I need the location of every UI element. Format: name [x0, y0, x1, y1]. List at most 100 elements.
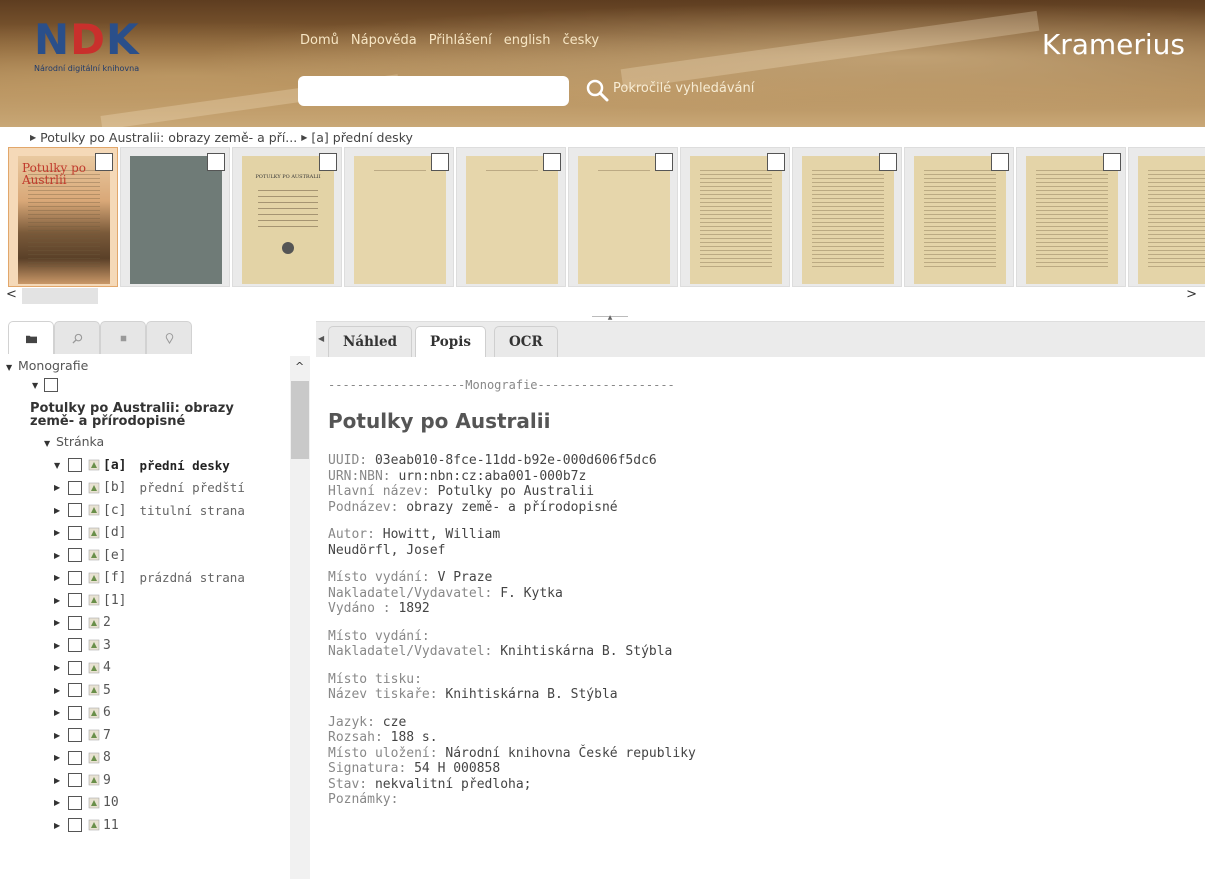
search-input[interactable]	[298, 76, 569, 106]
caret-down-icon[interactable]: ▼	[6, 363, 14, 372]
tree-page-item[interactable]: ▶ [b] přední předští	[54, 479, 245, 497]
tree-checkbox[interactable]	[68, 480, 82, 495]
advanced-search-link[interactable]: Pokročilé vyhledávání	[613, 81, 754, 96]
caret-right-icon[interactable]: ▶	[54, 528, 62, 537]
scroll-right-icon[interactable]: >	[1186, 287, 1197, 302]
thumbnail-scrollbar[interactable]: < >	[0, 287, 1205, 305]
thumbnail-checkbox[interactable]	[767, 153, 785, 171]
nav-login-link[interactable]: Přihlášení	[429, 33, 492, 48]
thumbnail-page[interactable]	[120, 147, 230, 287]
tree-page-item[interactable]: ▶ 11	[54, 816, 119, 834]
tree-page-item[interactable]: ▶ [f] prázdná strana	[54, 569, 245, 587]
scroll-left-icon[interactable]: <	[6, 287, 17, 302]
tree-page-item[interactable]: ▶ 4	[54, 659, 111, 677]
thumbnail-page[interactable]	[344, 147, 454, 287]
caret-down-icon[interactable]: ▼	[44, 439, 52, 448]
tree-page-item[interactable]: ▶ 9	[54, 771, 111, 789]
tree-page-item[interactable]: ▶ 3	[54, 636, 111, 654]
tab-selection[interactable]	[100, 321, 146, 354]
tree-checkbox[interactable]	[68, 593, 82, 607]
tree-checkbox[interactable]	[68, 795, 82, 810]
thumbnail-page[interactable]	[456, 147, 566, 287]
tree-checkbox[interactable]	[68, 660, 82, 675]
tree-checkbox[interactable]	[68, 638, 82, 652]
nav-czech-link[interactable]: česky	[562, 33, 599, 48]
caret-right-icon[interactable]: ▶	[54, 821, 62, 830]
thumbnail-checkbox[interactable]	[655, 153, 673, 171]
thumbnail-page[interactable]	[904, 147, 1014, 287]
thumbnail-checkbox[interactable]	[95, 153, 113, 171]
caret-right-icon[interactable]: ▶	[54, 641, 62, 650]
caret-right-icon[interactable]: ▶	[54, 731, 62, 740]
tree-checkbox[interactable]	[44, 378, 58, 392]
caret-right-icon[interactable]: ▶	[54, 618, 62, 627]
collapse-left-icon[interactable]: ◀	[318, 334, 324, 343]
tab-tree[interactable]	[8, 321, 54, 354]
tree-checkbox[interactable]	[68, 503, 82, 517]
tree-page-item[interactable]: ▶ [c] titulní strana	[54, 501, 245, 519]
thumbnail-checkbox[interactable]	[319, 153, 337, 171]
caret-right-icon[interactable]: ▶	[54, 708, 62, 717]
tree-page-item[interactable]: ▶ 2	[54, 614, 111, 632]
tree-document-title[interactable]: Potulky po Australii: obrazy země- a pří…	[30, 402, 280, 428]
tab-ocr[interactable]: OCR	[494, 326, 558, 358]
caret-right-icon[interactable]: ▶	[54, 506, 62, 515]
tree-checkbox[interactable]	[68, 818, 82, 832]
thumbnail-checkbox[interactable]	[879, 153, 897, 171]
thumbnail-page[interactable]: Potulky po Austrlii	[8, 147, 118, 287]
caret-right-icon[interactable]: ▶	[54, 483, 62, 492]
caret-right-icon[interactable]: ▶	[54, 753, 62, 762]
tree-checkbox[interactable]	[68, 728, 82, 742]
tree-checkbox[interactable]	[68, 773, 82, 787]
tree-checkbox[interactable]	[68, 548, 82, 562]
thumbnail-checkbox[interactable]	[207, 153, 225, 171]
tab-search[interactable]	[54, 321, 100, 354]
nav-help-link[interactable]: Nápověda	[351, 33, 417, 48]
thumbnail-page[interactable]	[680, 147, 790, 287]
caret-right-icon[interactable]: ▶	[54, 551, 62, 560]
ndk-logo[interactable]: NDK Národní digitální knihovna	[26, 18, 176, 78]
thumbnail-checkbox[interactable]	[991, 153, 1009, 171]
nav-english-link[interactable]: english	[504, 33, 551, 48]
caret-right-icon[interactable]: ▶	[54, 663, 62, 672]
caret-right-icon[interactable]: ▶	[54, 596, 62, 605]
thumbnail-page[interactable]	[1128, 147, 1205, 287]
breadcrumb-item-title[interactable]: Potulky po Australii: obrazy země- a pří…	[40, 130, 297, 145]
caret-right-icon[interactable]: ▶	[54, 573, 62, 582]
tree-page-item[interactable]: ▶ 7	[54, 726, 111, 744]
tree-scrollbar[interactable]: ^	[290, 356, 310, 879]
search-icon[interactable]	[585, 78, 609, 102]
caret-right-icon[interactable]: ▶	[54, 798, 62, 807]
tree-checkbox[interactable]	[68, 570, 82, 585]
thumbnail-checkbox[interactable]	[1103, 153, 1121, 171]
tab-description[interactable]: Popis	[415, 326, 486, 359]
caret-right-icon[interactable]: ▶	[54, 686, 62, 695]
caret-right-icon[interactable]: ▶	[54, 776, 62, 785]
tree-checkbox[interactable]	[68, 705, 82, 720]
tree-page-item[interactable]: ▶ 5	[54, 681, 111, 699]
tree-section-pages[interactable]: ▼ Stránka	[44, 434, 104, 449]
scroll-up-icon[interactable]: ^	[295, 360, 304, 373]
tab-preview[interactable]: Náhled	[328, 326, 413, 358]
tree-scroll-thumb[interactable]	[291, 381, 309, 459]
tree-page-item[interactable]: ▶ [d]	[54, 524, 126, 542]
caret-down-icon[interactable]: ▼	[32, 381, 40, 390]
tree-checkbox[interactable]	[68, 525, 82, 540]
tree-page-item[interactable]: ▼ [a] přední desky	[54, 456, 230, 474]
thumbnail-checkbox[interactable]	[431, 153, 449, 171]
tree-page-item[interactable]: ▶ 10	[54, 794, 119, 812]
tree-root[interactable]: ▼ Monografie	[6, 358, 88, 373]
tab-location[interactable]	[146, 321, 192, 354]
thumbnail-checkbox[interactable]	[543, 153, 561, 171]
nav-home-link[interactable]: Domů	[300, 33, 339, 48]
tree-checkbox[interactable]	[68, 683, 82, 697]
tree-page-item[interactable]: ▶ 8	[54, 749, 111, 767]
thumbnail-page[interactable]	[1016, 147, 1126, 287]
caret-down-icon[interactable]: ▼	[54, 461, 62, 470]
thumbnail-page[interactable]	[568, 147, 678, 287]
tree-checkbox[interactable]	[68, 615, 82, 630]
tree-page-item[interactable]: ▶ [e]	[54, 546, 126, 564]
thumbnail-page[interactable]: POTULKY PO AUSTRALII	[232, 147, 342, 287]
breadcrumb-item-current[interactable]: [a] přední desky	[311, 130, 413, 145]
tree-page-item[interactable]: ▶ 6	[54, 704, 111, 722]
